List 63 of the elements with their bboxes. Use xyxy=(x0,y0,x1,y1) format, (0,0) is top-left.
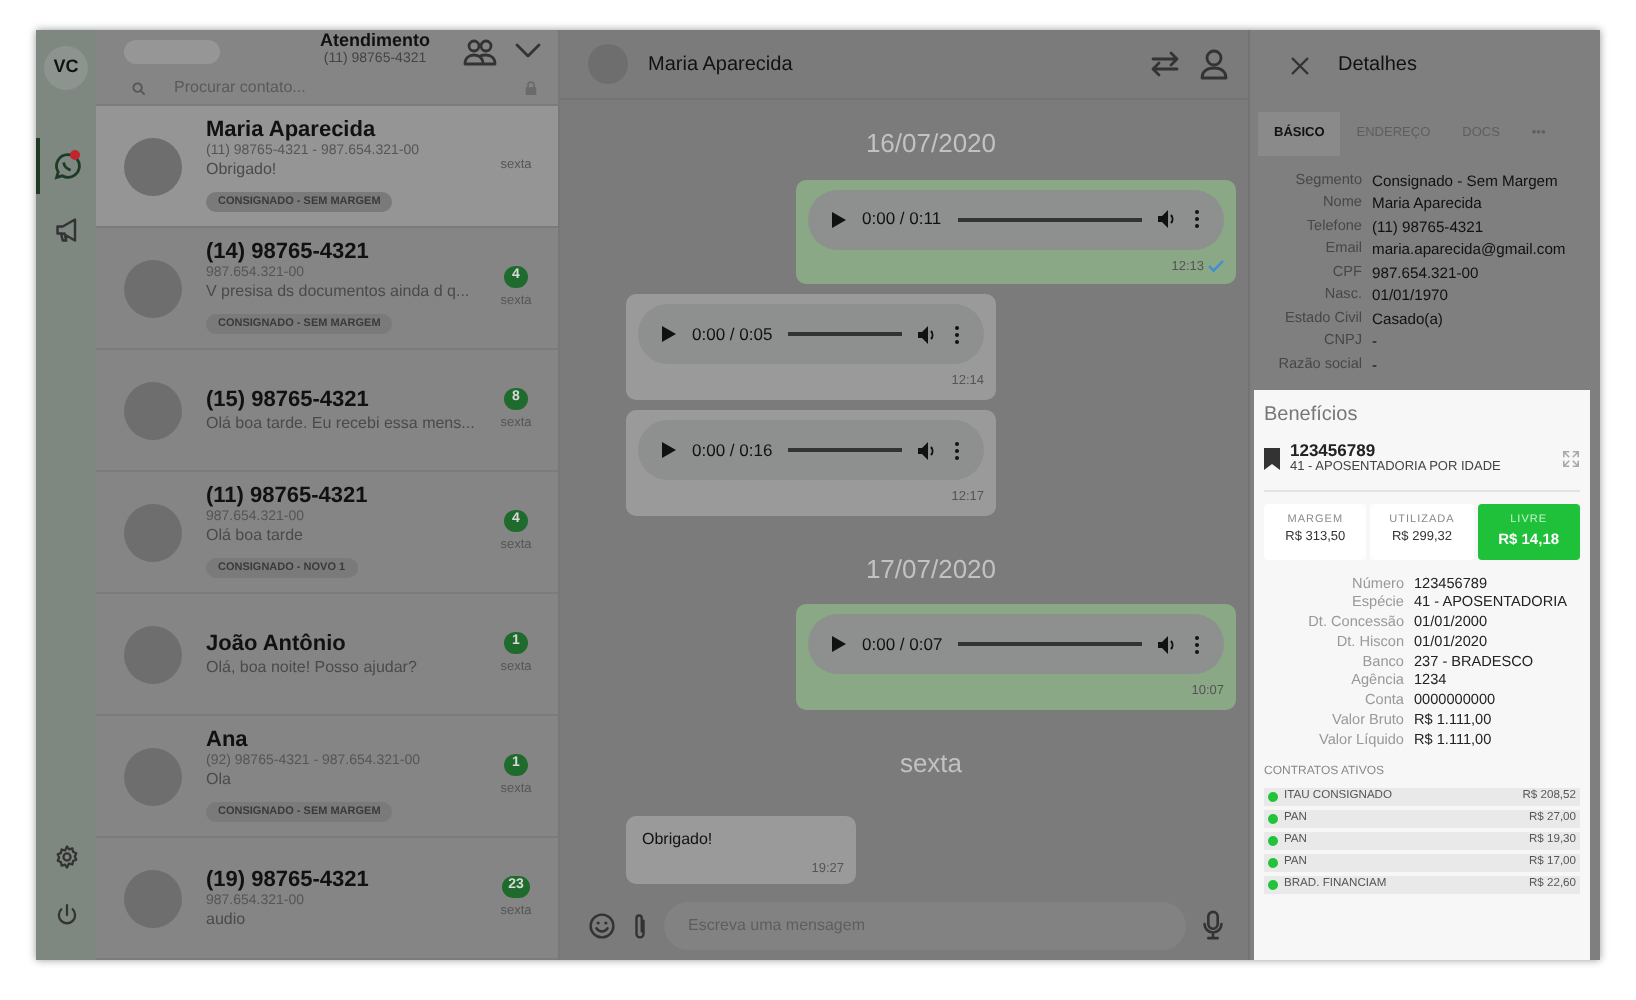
play-icon[interactable] xyxy=(662,442,676,458)
power-icon[interactable] xyxy=(53,902,79,928)
last-message: Olá boa tarde xyxy=(206,525,305,544)
panel-heading: Benefícios xyxy=(1264,401,1360,430)
close-icon[interactable] xyxy=(1290,55,1310,75)
emoji-icon[interactable] xyxy=(588,911,616,939)
play-icon[interactable] xyxy=(662,326,676,343)
more-options-icon[interactable] xyxy=(954,441,960,459)
last-message: Obrigado! xyxy=(206,159,279,178)
chat-bubble-icon[interactable] xyxy=(54,152,82,180)
volume-icon[interactable] xyxy=(1158,210,1178,228)
last-message: Ola xyxy=(206,769,233,788)
contact-name: (14) 98765-4321 xyxy=(206,239,371,265)
play-icon[interactable] xyxy=(832,211,846,227)
more-options-icon[interactable] xyxy=(954,325,960,344)
chevron-down-icon[interactable] xyxy=(514,42,542,61)
benefit-number: 123456789 xyxy=(1290,441,1378,459)
paperclip-icon[interactable] xyxy=(632,911,648,939)
microphone-icon[interactable] xyxy=(1202,910,1224,940)
last-message: Olá, boa noite! Posso ajudar? xyxy=(206,657,419,676)
audio-duration: 0:00 / 0:16 xyxy=(692,437,773,463)
search-icon xyxy=(132,81,146,96)
group-icon[interactable] xyxy=(462,37,498,66)
avatar-placeholder xyxy=(124,137,182,195)
user-avatar[interactable]: VC xyxy=(44,46,88,90)
date-separator: sexta xyxy=(899,746,963,782)
audio-progress-track[interactable] xyxy=(958,642,1142,647)
volume-icon[interactable] xyxy=(918,441,938,459)
date-separator: 17/07/2020 xyxy=(865,551,997,588)
expand-icon[interactable] xyxy=(1562,450,1580,469)
settings-icon[interactable] xyxy=(53,844,79,870)
audio-player[interactable]: 0:00 / 0:07 xyxy=(808,614,1224,675)
person-icon[interactable] xyxy=(1200,48,1228,80)
play-icon[interactable] xyxy=(832,636,846,653)
volume-icon[interactable] xyxy=(918,325,938,344)
contact-name: (19) 98765-4321 xyxy=(206,868,371,894)
date-separator: 16/07/2020 xyxy=(865,126,997,162)
swap-arrows-icon[interactable] xyxy=(1150,50,1180,78)
contact-name: (11) 98765-4321 xyxy=(206,483,370,509)
contact-name: (15) 98765-4321 xyxy=(206,388,371,414)
message-text: Obrigado! xyxy=(642,827,715,851)
audio-duration: 0:00 / 0:05 xyxy=(692,321,773,348)
contact-name: Maria Aparecida xyxy=(206,117,378,143)
audio-progress-track[interactable] xyxy=(788,332,902,337)
audio-duration: 0:00 / 0:11 xyxy=(862,206,942,232)
bookmark-icon xyxy=(1264,448,1280,471)
last-message: audio xyxy=(206,909,248,928)
chat-contact-name: Maria Aparecida xyxy=(648,51,795,79)
audio-player[interactable]: 0:00 / 0:11 xyxy=(808,189,1224,249)
last-message: Olá boa tarde. Eu recebi essa mens... xyxy=(206,413,470,432)
more-options-icon[interactable] xyxy=(1194,635,1200,654)
megaphone-icon[interactable] xyxy=(54,216,82,244)
panel-title: Detalhes xyxy=(1338,52,1417,80)
lock-icon xyxy=(524,80,538,97)
audio-player[interactable]: 0:00 / 0:16 xyxy=(638,420,984,480)
contact-name: Ana xyxy=(206,727,250,753)
more-options-icon[interactable] xyxy=(1194,210,1200,228)
list-title: Atendimento xyxy=(320,32,430,51)
last-message: V presisa ds documentos ainda d q... xyxy=(206,281,470,300)
audio-player[interactable]: 0:00 / 0:05 xyxy=(638,304,984,365)
contact-name: João Antônio xyxy=(206,632,348,658)
volume-icon[interactable] xyxy=(1158,635,1178,654)
audio-duration: 0:00 / 0:07 xyxy=(862,631,943,658)
